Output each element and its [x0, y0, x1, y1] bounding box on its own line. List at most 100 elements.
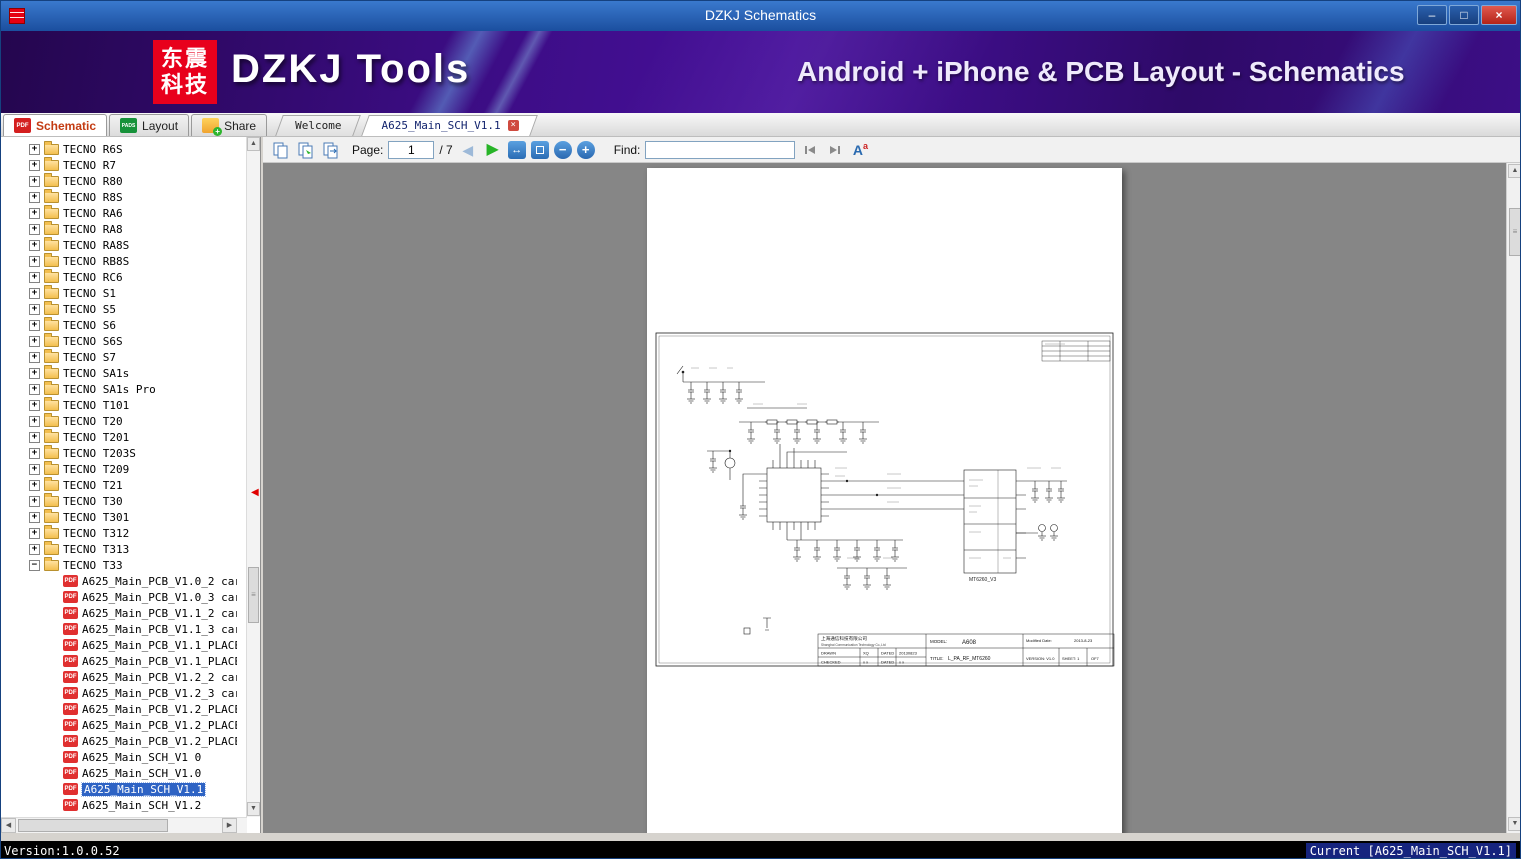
file-label[interactable]: A625_Main_PCB_V1.1_PLACEM [82, 655, 237, 668]
folder-label[interactable]: TECNO R6S [63, 143, 123, 156]
expand-icon[interactable]: + [29, 351, 40, 363]
tree-file[interactable]: PDF A625_Main_PCB_V1.2_PLACEM [3, 717, 237, 733]
folder-label[interactable]: TECNO S1 [63, 287, 116, 300]
tree-folder[interactable]: + TECNO RB8S [3, 252, 237, 269]
minimize-button[interactable]: – [1417, 5, 1447, 25]
expand-icon[interactable]: + [29, 511, 40, 523]
folder-label[interactable]: TECNO RB8S [63, 255, 129, 268]
scroll-right-icon[interactable]: ▶ [222, 818, 237, 833]
folder-label[interactable]: TECNO S6 [63, 319, 116, 332]
expand-icon[interactable]: + [29, 223, 40, 235]
tree-file[interactable]: PDF A625_Main_SCH_V1.0 [3, 765, 237, 781]
folder-label[interactable]: TECNO RA8S [63, 239, 129, 252]
snapshot-icon[interactable] [296, 140, 316, 160]
close-button[interactable]: × [1481, 5, 1517, 25]
file-label[interactable]: A625_Main_PCB_V1.2_PLACEM [82, 719, 237, 732]
find-previous-button[interactable] [800, 140, 820, 160]
folder-label[interactable]: TECNO S7 [63, 351, 116, 364]
tree-file[interactable]: PDF A625_Main_SCH_V1 0 [3, 749, 237, 765]
expand-icon[interactable]: + [29, 175, 40, 187]
file-label[interactable]: A625_Main_PCB_V1.2_PLACEM [82, 703, 237, 716]
sidebar-collapse-arrow[interactable]: ◀ [251, 487, 259, 498]
tree-folder[interactable]: + TECNO R8S [3, 188, 237, 205]
tree-horizontal-scrollbar[interactable]: ◀ ▶ [1, 817, 247, 833]
expand-icon[interactable]: + [29, 207, 40, 219]
expand-icon[interactable]: + [29, 367, 40, 379]
file-label[interactable]: A625_Main_PCB_V1.2_2 car [82, 671, 237, 684]
folder-label[interactable]: TECNO T21 [63, 479, 123, 492]
scroll-left-icon[interactable]: ◀ [1, 818, 16, 833]
collapse-icon[interactable]: − [29, 559, 40, 571]
folder-label[interactable]: TECNO T201 [63, 431, 129, 444]
scrollbar-thumb[interactable]: ≡ [248, 567, 259, 623]
prev-page-button[interactable]: ◀ [458, 140, 478, 160]
scroll-down-icon[interactable]: ▼ [247, 802, 260, 816]
folder-label[interactable]: TECNO T30 [63, 495, 123, 508]
tree-folder[interactable]: + TECNO S6S [3, 332, 237, 349]
tree-folder[interactable]: + TECNO T203S [3, 444, 237, 461]
viewer-vertical-scrollbar[interactable]: ▲ ≡ ▼ [1506, 163, 1520, 833]
expand-icon[interactable]: + [29, 159, 40, 171]
folder-label[interactable]: TECNO T312 [63, 527, 129, 540]
tree-file[interactable]: PDF A625_Main_PCB_V1.2_PLACEM [3, 733, 237, 749]
file-label[interactable]: A625_Main_PCB_V1.0_2 car [82, 575, 237, 588]
tree-folder[interactable]: + TECNO RA8S [3, 236, 237, 253]
expand-icon[interactable]: + [29, 303, 40, 315]
tree-folder[interactable]: + TECNO T201 [3, 428, 237, 445]
tree-folder[interactable]: + TECNO SA1s [3, 364, 237, 381]
folder-label[interactable]: TECNO R8S [63, 191, 123, 204]
folder-label[interactable]: TECNO RA8 [63, 223, 123, 236]
schematic-viewer[interactable]: MT6260_V3 上海通信科技有限公司 Shanghai Communicat… [263, 163, 1506, 833]
tree-folder[interactable]: + TECNO T312 [3, 524, 237, 541]
folder-label[interactable]: TECNO T209 [63, 463, 129, 476]
tree-file[interactable]: PDF A625_Main_PCB_V1.1_PLACEM [3, 637, 237, 653]
folder-label[interactable]: TECNO R7 [63, 159, 116, 172]
folder-label[interactable]: TECNO S6S [63, 335, 123, 348]
file-label[interactable]: A625_Main_SCH_V1 0 [82, 751, 201, 764]
tab-schematic[interactable]: PDF Schematic [3, 114, 108, 136]
tree-folder[interactable]: − TECNO T33 [3, 556, 237, 573]
file-label[interactable]: A625_Main_PCB_V1.1_PLACEM [82, 639, 237, 652]
tree-file[interactable]: PDF A625_Main_PCB_V1.0_2 car [3, 573, 237, 589]
file-label[interactable]: A625_Main_PCB_V1.2_3 car [82, 687, 237, 700]
tree-file[interactable]: PDF A625_Main_PCB_V1.2_2 car [3, 669, 237, 685]
expand-icon[interactable]: + [29, 143, 40, 155]
expand-icon[interactable]: + [29, 463, 40, 475]
tree-folder[interactable]: + TECNO T30 [3, 492, 237, 509]
tree-file[interactable]: PDF A625_Main_PCB_V1.1_2 car [3, 605, 237, 621]
tree-folder[interactable]: + TECNO R7 [3, 156, 237, 173]
tab-welcome[interactable]: Welcome [275, 114, 362, 136]
file-label[interactable]: A625_Main_PCB_V1.0_3 car [82, 591, 237, 604]
expand-icon[interactable]: + [29, 431, 40, 443]
find-next-button[interactable] [825, 140, 845, 160]
fit-width-button[interactable]: ↔ [507, 140, 526, 159]
folder-label[interactable]: TECNO R80 [63, 175, 123, 188]
folder-label[interactable]: TECNO T20 [63, 415, 123, 428]
tree-folder[interactable]: + TECNO T209 [3, 460, 237, 477]
tree-folder[interactable]: + TECNO S6 [3, 316, 237, 333]
file-label[interactable]: A625_Main_PCB_V1.1_3 car [82, 623, 237, 636]
close-tab-icon[interactable]: × [507, 119, 519, 131]
tree-folder[interactable]: + TECNO RA6 [3, 204, 237, 221]
folder-label[interactable]: TECNO SA1s Pro [63, 383, 156, 396]
tree-file[interactable]: PDF A625_Main_SCH_V1.2 [3, 797, 237, 813]
tree-folder[interactable]: + TECNO R6S [3, 141, 237, 157]
scroll-down-icon[interactable]: ▼ [1508, 817, 1520, 831]
expand-icon[interactable]: + [29, 287, 40, 299]
expand-icon[interactable]: + [29, 335, 40, 347]
tree-folder[interactable]: + TECNO S7 [3, 348, 237, 365]
tree-folder[interactable]: + TECNO T20 [3, 412, 237, 429]
tree-folder[interactable]: + TECNO T101 [3, 396, 237, 413]
scroll-up-icon[interactable]: ▲ [1508, 164, 1520, 178]
folder-label[interactable]: TECNO T101 [63, 399, 129, 412]
expand-icon[interactable]: + [29, 527, 40, 539]
tree-folder[interactable]: + TECNO RC6 [3, 268, 237, 285]
tree-folder[interactable]: + TECNO S5 [3, 300, 237, 317]
file-label[interactable]: A625_Main_PCB_V1.2_PLACEM [82, 735, 237, 748]
tree-vertical-scrollbar[interactable]: ▲ ≡ ▼ [246, 137, 260, 817]
folder-label[interactable]: TECNO SA1s [63, 367, 129, 380]
file-label-selected[interactable]: A625_Main_SCH_V1.1 [80, 781, 207, 797]
file-label[interactable]: A625_Main_PCB_V1.1_2 car [82, 607, 237, 620]
tree-file[interactable]: PDF A625_Main_PCB_V1.1_PLACEM [3, 653, 237, 669]
expand-icon[interactable]: + [29, 271, 40, 283]
